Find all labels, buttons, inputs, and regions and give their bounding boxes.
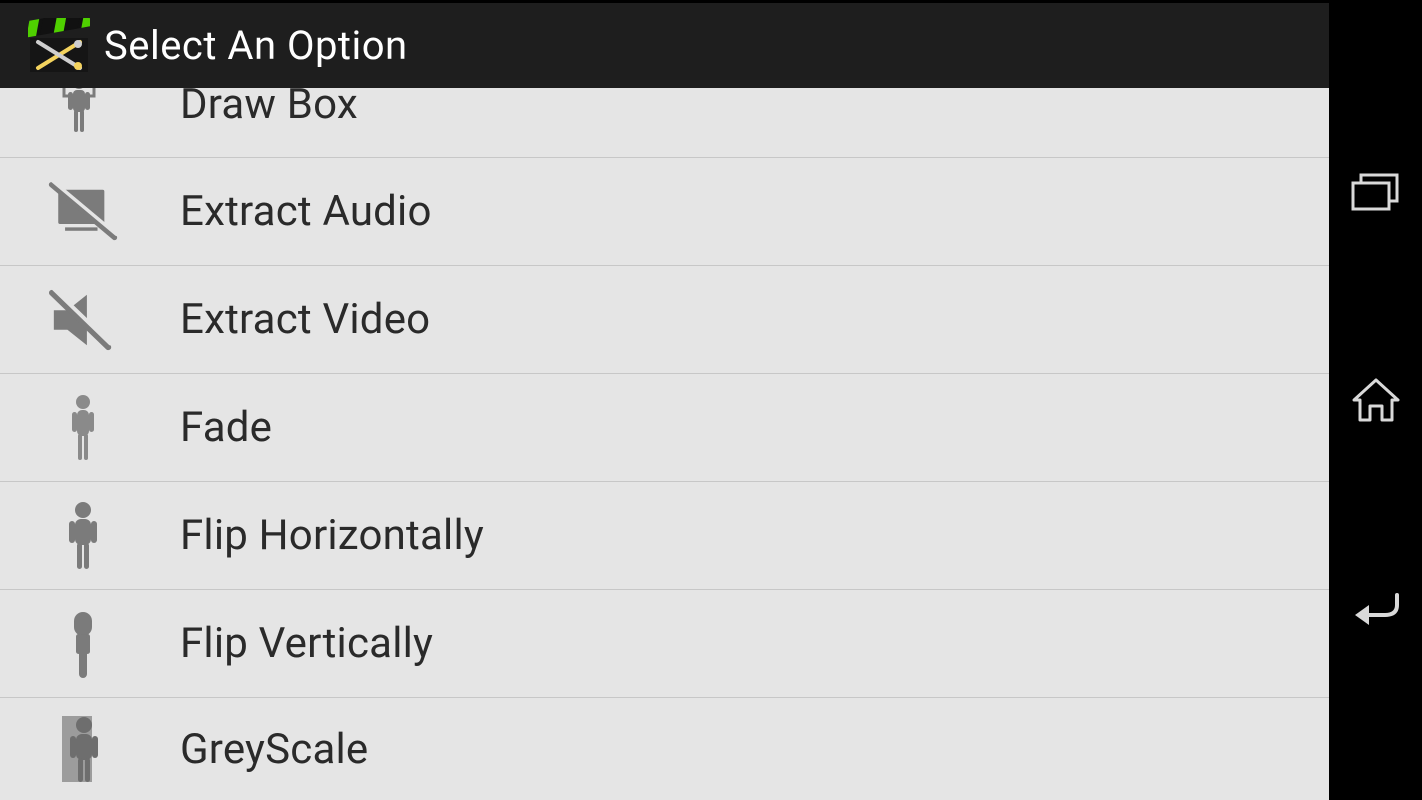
- page-title: Select An Option: [104, 22, 408, 69]
- option-extract-audio[interactable]: Extract Audio: [0, 158, 1329, 266]
- screen-off-icon: [48, 176, 118, 248]
- option-label: Extract Video: [180, 295, 430, 344]
- option-draw-box[interactable]: Draw Box: [0, 88, 1329, 158]
- titlebar: Select An Option: [0, 3, 1329, 88]
- recent-apps-icon: [1351, 173, 1401, 213]
- person-frame-icon: [48, 88, 118, 136]
- video-editor-app-icon: [28, 18, 90, 74]
- option-label: GreyScale: [180, 725, 368, 774]
- back-icon: [1351, 587, 1401, 627]
- option-label: Draw Box: [180, 88, 358, 129]
- person-solid-icon: [48, 501, 118, 571]
- option-extract-video[interactable]: Extract Video: [0, 266, 1329, 374]
- back-button[interactable]: [1347, 578, 1405, 636]
- person-thin-icon: [48, 393, 118, 463]
- options-list[interactable]: Draw Box Extract Audio: [0, 88, 1329, 800]
- option-flip-vertically[interactable]: Flip Vertically: [0, 590, 1329, 698]
- home-button[interactable]: [1347, 371, 1405, 429]
- option-fade[interactable]: Fade: [0, 374, 1329, 482]
- home-icon: [1350, 376, 1402, 424]
- volume-mute-icon: [48, 286, 118, 354]
- screen-root: Select An Option Draw Box: [0, 0, 1422, 800]
- system-nav-bar: [1329, 0, 1422, 800]
- option-greyscale[interactable]: GreyScale: [0, 698, 1329, 800]
- option-label: Flip Vertically: [180, 619, 433, 668]
- recent-apps-button[interactable]: [1347, 164, 1405, 222]
- person-shadow-icon: [48, 714, 118, 784]
- option-label: Flip Horizontally: [180, 511, 484, 560]
- option-label: Extract Audio: [180, 187, 432, 236]
- hand-down-icon: [48, 608, 118, 680]
- option-flip-horizontally[interactable]: Flip Horizontally: [0, 482, 1329, 590]
- content-area: Select An Option Draw Box: [0, 0, 1329, 800]
- option-label: Fade: [180, 403, 272, 452]
